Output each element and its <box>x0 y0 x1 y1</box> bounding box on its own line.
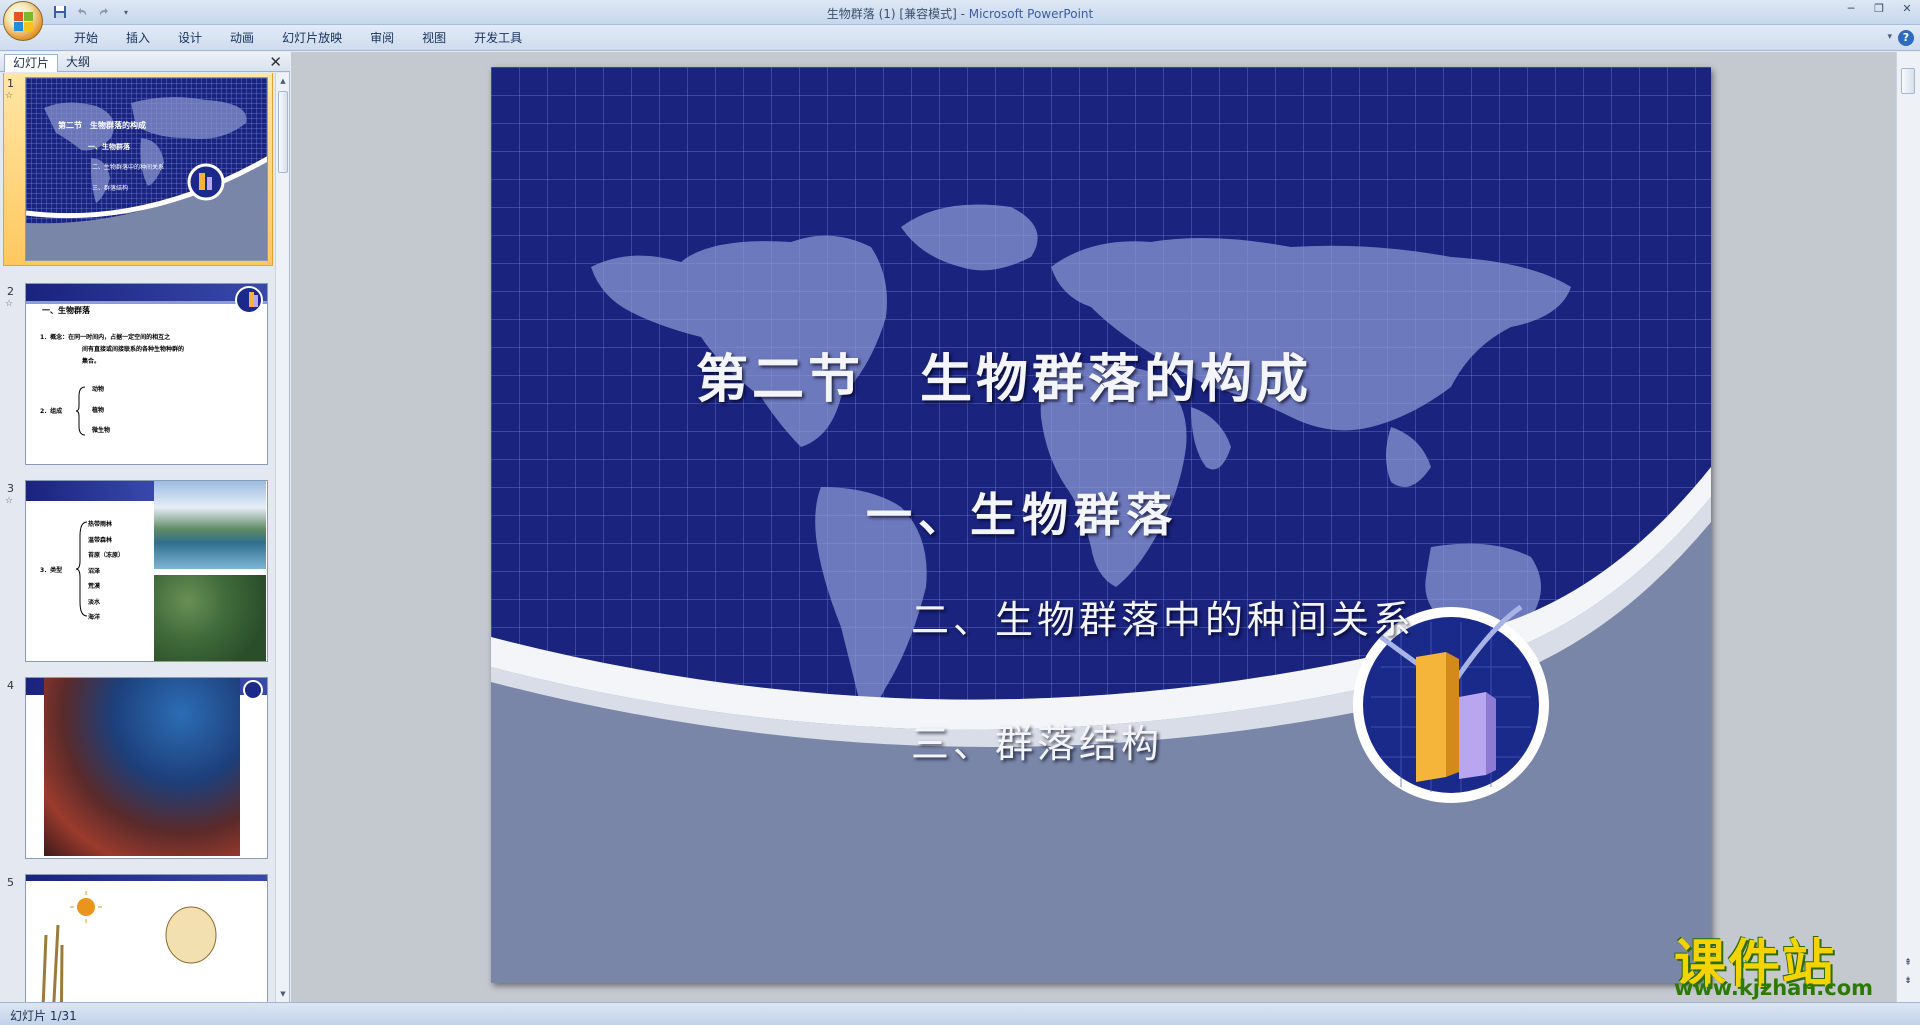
brace-icon <box>76 386 86 436</box>
thumbnail-image: 3．类型 热带雨林 温带森林 苔原（冻原） 沼泽 荒漠 淡水 海洋 <box>25 480 268 662</box>
tab-developer[interactable]: 开发工具 <box>460 30 536 46</box>
thumbnail-image: 第二节 生物群落的构成 一、生物群落 二、生物群落中的种间关系 三、群落结构 <box>25 77 268 261</box>
help-icon[interactable]: ? <box>1898 30 1914 46</box>
watermark-url: www.kjzhan.com <box>1674 976 1874 1000</box>
slide-scrollbar[interactable]: ⇞ ⇟ <box>1896 52 1920 1002</box>
thumb-label: 2．组成 <box>40 408 63 415</box>
slide-number: 1 <box>7 77 14 90</box>
thumb-line: 1．概念：在同一时间内，占据一定空间的相互之 <box>40 334 171 341</box>
tab-review[interactable]: 审阅 <box>356 30 408 46</box>
tab-insert[interactable]: 插入 <box>112 30 164 46</box>
status-bar: 幻灯片 1/31 <box>0 1002 1920 1025</box>
maximize-icon[interactable]: ❐ <box>1872 2 1886 16</box>
watermark-logo: 课件站 www.kjzhan.com <box>1668 922 1904 1002</box>
ribbon-tabs: 开始 插入 设计 动画 幻灯片放映 审阅 视图 开发工具 ▾ ? <box>0 25 1920 51</box>
slide-number: 3 <box>7 482 14 495</box>
thumb-item: 海洋 <box>88 614 101 621</box>
landscape-photo <box>154 481 266 569</box>
tab-slides[interactable]: 幻灯片 <box>4 54 59 72</box>
thumbnail-list[interactable]: 1 ☆ 第二节 生物群落的构成 一、生物群落 二、生物群落中的种间关系 三、群落… <box>0 73 275 1002</box>
brace-icon <box>76 521 88 617</box>
close-panel-icon[interactable]: ✕ <box>269 53 282 71</box>
scroll-down-icon[interactable]: ▼ <box>278 988 288 1000</box>
panel-scrollbar[interactable]: ▲ ▼ <box>275 73 289 1002</box>
minimize-icon[interactable]: ─ <box>1844 2 1858 16</box>
slide-title[interactable]: 第二节 生物群落的构成 <box>696 337 1312 412</box>
thumb-label: 3．类型 <box>40 567 63 574</box>
slide-counter: 幻灯片 1/31 <box>10 1009 77 1023</box>
document-title: 生物群落 (1) [兼容模式] - <box>826 7 969 21</box>
scroll-up-icon[interactable]: ▲ <box>278 75 288 87</box>
scroll-thumb[interactable] <box>1901 68 1915 94</box>
transition-icon: ☆ <box>5 496 14 506</box>
office-button[interactable] <box>3 1 43 41</box>
slide-item-2[interactable]: 二、生物群落中的种间关系 <box>911 589 1415 644</box>
slide-item-3[interactable]: 三、群落结构 <box>911 713 1163 768</box>
thumb-item-list: 热带雨林 温带森林 苔原（冻原） 沼泽 荒漠 淡水 海洋 <box>88 517 124 626</box>
thumb-line: 间有直接或间接联系的各种生物种群的 <box>82 346 185 353</box>
thumb-item: 二、生物群落中的种间关系 <box>92 164 165 171</box>
tab-animations[interactable]: 动画 <box>216 30 268 46</box>
thumb-line: 集合。 <box>82 358 101 365</box>
panel-tabs: 幻灯片 大纲 ✕ <box>0 52 290 72</box>
thumbnail-image <box>25 874 268 1002</box>
ecosystem-diagram <box>41 891 217 1002</box>
thumb-item: 淡水 <box>88 598 101 606</box>
thumb-item: 温带森林 <box>88 536 113 544</box>
tab-view[interactable]: 视图 <box>408 30 460 46</box>
thumb-item: 微生物 <box>92 427 111 434</box>
thumb-item: 热带雨林 <box>88 521 113 528</box>
title-bar: ▾ 生物群落 (1) [兼容模式] - Microsoft PowerPoint… <box>0 0 1920 25</box>
slide-number: 4 <box>7 679 14 692</box>
thumb-title: 第二节 生物群落的构成 <box>58 121 146 130</box>
tab-home[interactable]: 开始 <box>60 30 112 46</box>
thumb-item: 苔原（冻原） <box>88 552 125 559</box>
thumb-item: 三、群落结构 <box>92 185 129 192</box>
slide-item-1[interactable]: 一、生物群落 <box>866 479 1178 545</box>
thumb-heading: 一、生物群落 <box>42 306 90 315</box>
tab-slideshow[interactable]: 幻灯片放映 <box>268 30 356 46</box>
app-name: Microsoft PowerPoint <box>968 7 1094 21</box>
close-icon[interactable]: ✕ <box>1900 2 1914 16</box>
slide-number: 5 <box>7 876 14 889</box>
window-title: 生物群落 (1) [兼容模式] - Microsoft PowerPoint <box>0 5 1920 22</box>
current-slide[interactable]: 第二节 生物群落的构成 一、生物群落 二、生物群落中的种间关系 三、群落结构 <box>491 67 1711 983</box>
thumbnail-image <box>25 677 268 859</box>
slides-panel: 幻灯片 大纲 ✕ 1 ☆ 第二节 生物群落的构成 一、生物群落 二、生物群落中的… <box>0 52 290 1002</box>
minimize-ribbon-icon[interactable]: ▾ <box>1887 32 1892 42</box>
slide-editing-area: 第二节 生物群落的构成 一、生物群落 二、生物群落中的种间关系 三、群落结构 <box>291 52 1901 1002</box>
tab-design[interactable]: 设计 <box>164 30 216 46</box>
thumbnail-image: 一、生物群落 1．概念：在同一时间内，占据一定空间的相互之 间有直接或间接联系的… <box>25 283 268 465</box>
slide-number: 2 <box>7 285 14 298</box>
transition-icon: ☆ <box>5 299 14 309</box>
thumb-item: 动物 <box>92 386 105 393</box>
office-logo-icon <box>14 12 34 32</box>
thumb-item: 一、生物群落 <box>88 143 130 151</box>
scroll-thumb[interactable] <box>278 91 288 173</box>
transition-icon: ☆ <box>5 91 14 101</box>
thumb-item: 荒漠 <box>88 583 101 590</box>
tab-outline[interactable]: 大纲 <box>58 54 98 72</box>
thumb-item: 沼泽 <box>88 567 101 575</box>
forest-photo <box>154 575 266 661</box>
thumb-item: 植物 <box>92 407 105 414</box>
window-controls: ─ ❐ ✕ <box>1844 2 1914 16</box>
coral-reef-photo <box>44 678 240 856</box>
